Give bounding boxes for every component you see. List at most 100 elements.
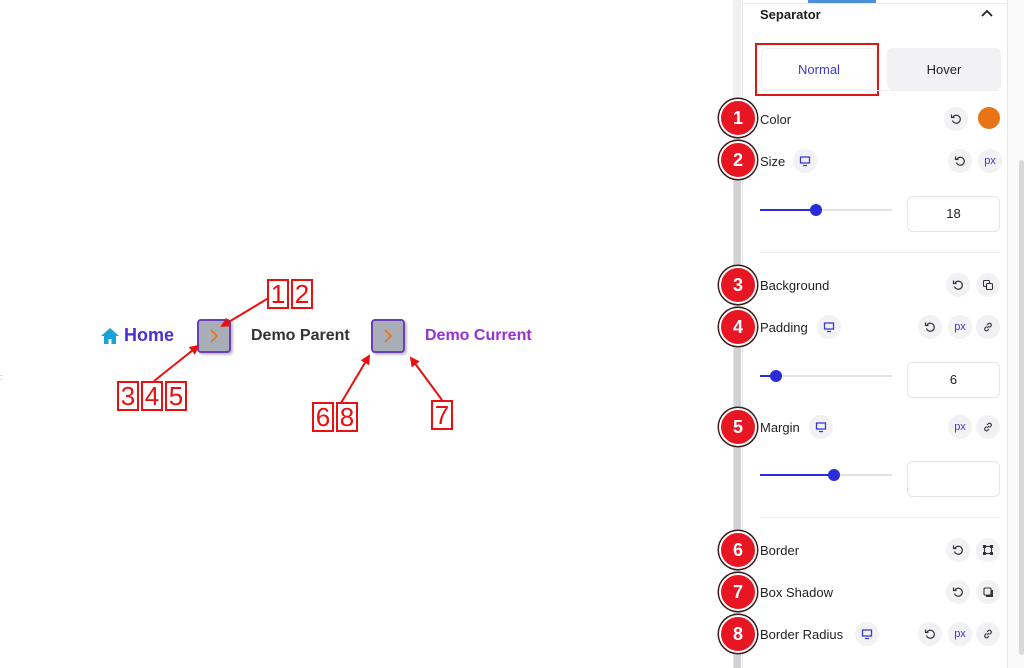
link-icon (984, 322, 992, 332)
padding-input[interactable]: 6 (907, 362, 1000, 398)
control-label: Color (760, 112, 792, 127)
link-icon (984, 422, 992, 432)
slider-thumb[interactable] (770, 370, 782, 382)
copy-icon (982, 279, 994, 291)
annotation-badge: 4 (719, 308, 757, 346)
breadcrumb-separator[interactable] (371, 319, 405, 353)
reset-icon (954, 156, 965, 166)
reset-button[interactable] (946, 538, 970, 562)
control-label: Border Radius (760, 627, 844, 642)
scrollbar-thumb[interactable] (1019, 160, 1024, 655)
reset-icon (952, 545, 963, 555)
annotation-badge: 1 (719, 99, 757, 137)
desktop-icon (799, 156, 811, 167)
color-swatch[interactable] (978, 107, 1000, 129)
breadcrumb-parent[interactable]: Demo Parent (251, 327, 350, 345)
margin-slider[interactable] (760, 468, 892, 482)
margin-input[interactable] (907, 461, 1000, 497)
annotation-badge: 7 (719, 573, 757, 611)
annotation-badge: 5 (719, 408, 757, 446)
background-options-button[interactable] (976, 273, 1000, 297)
annotation-highlight (755, 43, 879, 96)
divider (760, 252, 1000, 253)
desktop-icon (823, 322, 835, 333)
breadcrumb-home[interactable]: Home (100, 325, 174, 346)
reset-button[interactable] (944, 107, 968, 131)
control-background: Background (760, 273, 1002, 299)
annotation-label: 3 4 5 (117, 381, 187, 411)
link-values-button[interactable] (976, 622, 1000, 646)
link-icon (984, 629, 992, 639)
editor-canvas: : Home Demo Parent Demo Current 1 2 3 4 (0, 0, 730, 668)
desktop-icon (815, 422, 827, 433)
reset-button[interactable] (946, 580, 970, 604)
size-slider[interactable] (760, 203, 892, 217)
unit-selector[interactable]: px (978, 149, 1002, 173)
border-options-button[interactable] (976, 538, 1000, 562)
responsive-button[interactable] (817, 315, 841, 339)
annotation-label: 7 (431, 400, 453, 430)
link-values-button[interactable] (976, 415, 1000, 439)
unit-selector[interactable]: px (948, 315, 972, 339)
control-size: Size px (760, 149, 1002, 175)
control-box-shadow: Box Shadow (760, 580, 1002, 606)
control-label: Margin (760, 420, 800, 435)
breadcrumb-current: Demo Current (425, 327, 532, 344)
reset-icon (950, 114, 961, 124)
annotation-label: 6 8 (312, 402, 358, 432)
section-title[interactable]: Separator (760, 7, 821, 22)
control-label: Size (760, 154, 786, 169)
edge-marker: : (0, 372, 3, 382)
breadcrumb-home-label: Home (124, 325, 175, 345)
responsive-button[interactable] (793, 149, 817, 173)
tab-hover[interactable]: Hover (887, 48, 1001, 90)
control-color: Color (760, 107, 1002, 133)
control-label: Padding (760, 320, 808, 335)
reset-button[interactable] (918, 622, 942, 646)
divider (759, 90, 1001, 91)
home-icon (101, 327, 119, 344)
annotation-badge: 6 (719, 531, 757, 569)
reset-button[interactable] (918, 315, 942, 339)
size-input[interactable]: 18 (907, 196, 1000, 232)
divider (760, 517, 1000, 518)
reset-button[interactable] (946, 273, 970, 297)
slider-thumb[interactable] (828, 469, 840, 481)
chevron-right-icon (384, 329, 393, 343)
slider-thumb[interactable] (810, 204, 822, 216)
unit-selector[interactable]: px (948, 415, 972, 439)
control-border: Border (760, 538, 1002, 564)
annotation-badge: 2 (719, 141, 757, 179)
annotation-badge: 3 (719, 266, 757, 304)
control-border-radius: Border Radius px (760, 622, 1002, 648)
responsive-button[interactable] (855, 622, 879, 646)
chevron-right-icon (210, 329, 219, 343)
link-values-button[interactable] (976, 315, 1000, 339)
breadcrumb-separator[interactable] (197, 319, 231, 353)
control-label: Background (760, 278, 830, 293)
control-label: Border (760, 543, 800, 558)
responsive-button[interactable] (809, 415, 833, 439)
unit-selector[interactable]: px (948, 622, 972, 646)
control-margin: Margin px (760, 415, 1002, 441)
slider-fill (760, 474, 834, 476)
annotation-arrow (409, 356, 443, 401)
annotation-arrow (153, 344, 200, 382)
desktop-icon (861, 629, 873, 640)
reset-icon (924, 629, 935, 639)
padding-slider[interactable] (760, 369, 892, 383)
reset-button[interactable] (948, 149, 972, 173)
annotation-label: 1 2 (267, 279, 313, 309)
slider-fill (760, 209, 816, 211)
annotation-badge: 8 (719, 615, 757, 653)
panel-gutter (733, 0, 741, 100)
box-shadow-icon (983, 587, 993, 597)
control-label: Box Shadow (760, 585, 833, 600)
reset-icon (952, 587, 963, 597)
reset-icon (924, 322, 935, 332)
shadow-options-button[interactable] (976, 580, 1000, 604)
border-icon (983, 545, 993, 555)
chevron-up-icon[interactable] (980, 8, 994, 18)
divider (742, 3, 1008, 4)
annotation-arrow (340, 354, 371, 404)
